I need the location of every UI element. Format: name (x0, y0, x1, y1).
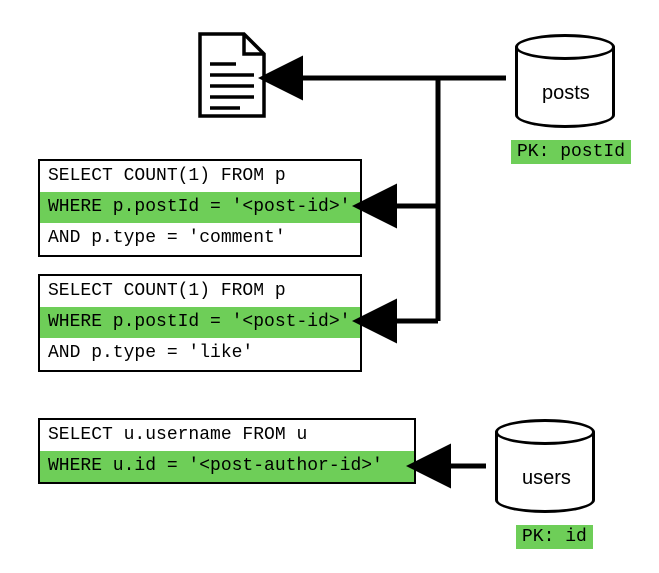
query-comments-line1: SELECT COUNT(1) FROM p (40, 161, 360, 192)
query-likes-line1: SELECT COUNT(1) FROM p (40, 276, 360, 307)
query-username-line2: WHERE u.id = '<post-author-id>' (40, 451, 414, 482)
query-likes: SELECT COUNT(1) FROM p WHERE p.postId = … (38, 274, 362, 372)
document-icon (196, 30, 268, 125)
db-users-label: users (522, 467, 571, 490)
query-likes-line2: WHERE p.postId = '<post-id>' (40, 307, 360, 338)
diagram-canvas: posts PK: postId users PK: id SELECT COU… (0, 0, 659, 573)
db-users-pk: PK: id (516, 525, 593, 549)
db-posts: posts (515, 34, 615, 128)
query-comments-line2: WHERE p.postId = '<post-id>' (40, 192, 360, 223)
db-posts-pk: PK: postId (511, 140, 631, 164)
query-comments: SELECT COUNT(1) FROM p WHERE p.postId = … (38, 159, 362, 257)
db-posts-label: posts (542, 82, 590, 105)
query-comments-line3: AND p.type = 'comment' (40, 223, 360, 254)
query-username: SELECT u.username FROM u WHERE u.id = '<… (38, 418, 416, 484)
db-users: users (495, 419, 595, 513)
query-likes-line3: AND p.type = 'like' (40, 338, 360, 369)
query-username-line1: SELECT u.username FROM u (40, 420, 414, 451)
